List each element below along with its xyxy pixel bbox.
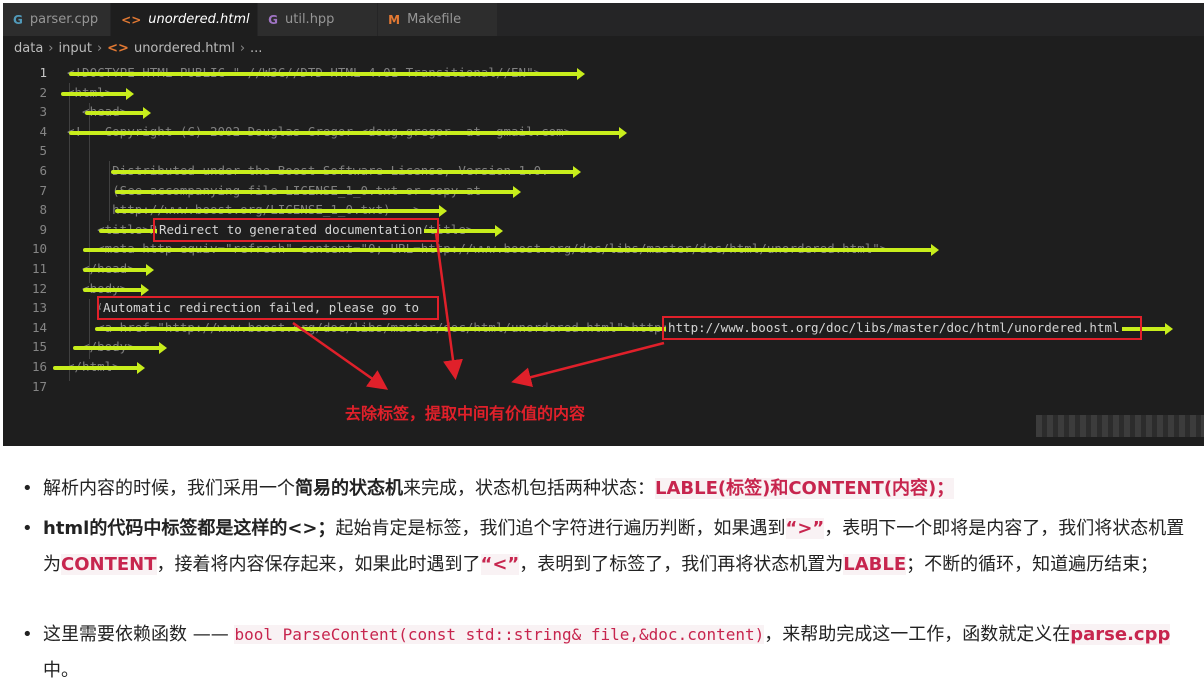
note-highlight: “<”	[480, 554, 520, 575]
note-text: 解析内容的时候，我们采用一个	[43, 478, 295, 499]
note-text: 这里需要依赖函数 ——	[43, 624, 235, 645]
note-text: ；不断的循环，知道遍历结束；	[906, 554, 1159, 575]
arrow-from-title-text	[434, 232, 463, 380]
note-bold: html的代码中标签都是这样的<>；	[43, 518, 336, 539]
note-text: 中。	[43, 660, 79, 681]
bullet-icon: •	[22, 518, 33, 539]
bullet-icon: •	[22, 478, 33, 499]
note-text: ，表明到了标签了，我们再将状态机置为	[519, 554, 844, 575]
annotation-arrows	[292, 232, 665, 390]
list-item: • html的代码中标签都是这样的<>；起始肯定是标签，我们追个字符进行遍历判断…	[22, 511, 1202, 583]
bullet-icon: •	[22, 624, 33, 645]
list-item: • 解析内容的时候，我们采用一个简易的状态机来完成，状态机包括两种状态：LABL…	[22, 471, 1202, 507]
note-highlight: LABLE(标签)和CONTENT(内容)；	[655, 478, 955, 499]
blurred-watermark	[1036, 415, 1204, 437]
arrow-from-body-text	[292, 321, 389, 390]
annotation-caption: 去除标签，提取中间有价值的内容	[345, 404, 586, 423]
inline-code: bool ParseContent(const std::string& fil…	[234, 625, 765, 644]
code-editor-panel: G parser.cpp <> unordered.html ✕ G util.…	[3, 3, 1204, 446]
arrow-from-link-text	[511, 341, 665, 387]
note-bold: 简易的状态机	[295, 478, 403, 499]
list-item: • 这里需要依赖函数 —— bool ParseContent(const st…	[22, 617, 1202, 689]
note-text: 起始肯定是标签，我们追个字符进行遍历判断，如果遇到	[335, 518, 786, 539]
note-text: ，来帮助完成这一工作，函数就定义在	[764, 624, 1071, 645]
note-text: 来完成，状态机包括两种状态：	[403, 478, 655, 499]
note-highlight: CONTENT	[61, 554, 157, 575]
note-text: ，接着将内容保存起来，如果此时遇到了	[156, 554, 481, 575]
note-highlight: parse.cpp	[1070, 624, 1171, 645]
note-highlight: “>”	[785, 518, 825, 539]
note-highlight: LABLE	[843, 554, 907, 575]
